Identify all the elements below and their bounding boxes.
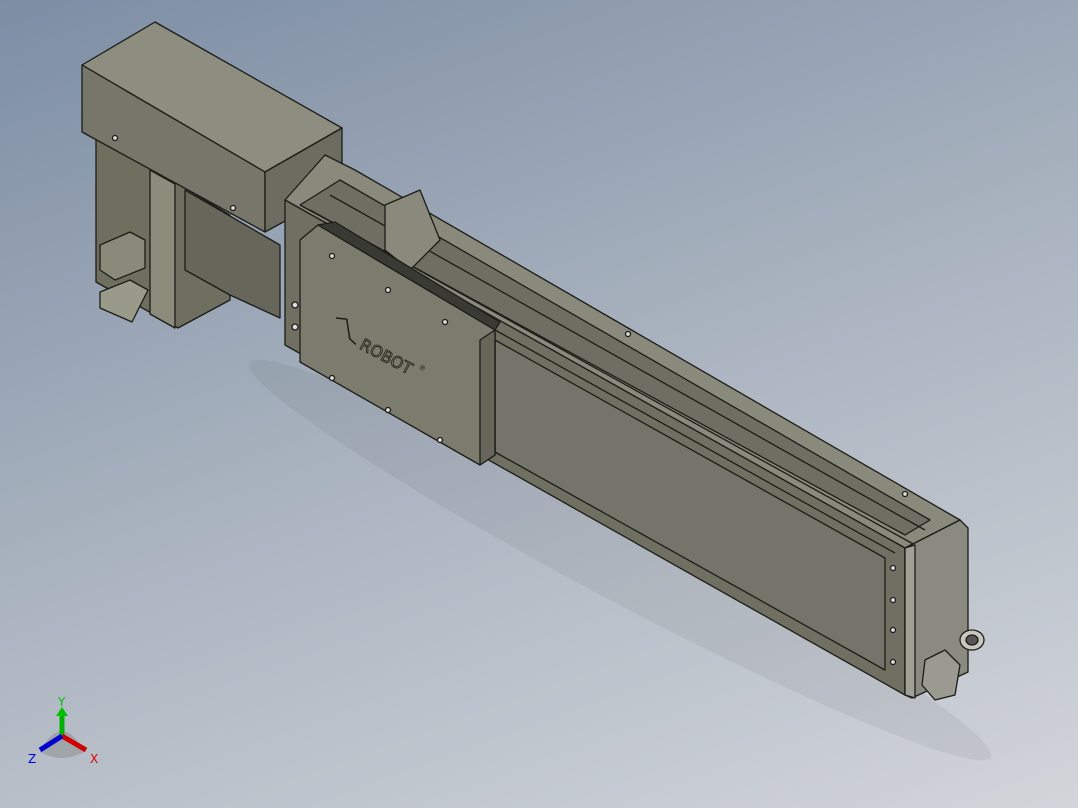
x-axis-label: X bbox=[90, 752, 98, 766]
z-axis-label: Z bbox=[28, 752, 36, 766]
y-axis-label: Y bbox=[57, 695, 66, 709]
3d-viewport[interactable]: ROBOT ® Y X Z bbox=[0, 0, 1078, 808]
actuator-model[interactable]: ROBOT ® bbox=[0, 0, 1078, 808]
axis-triad[interactable]: Y X Z bbox=[20, 690, 130, 780]
